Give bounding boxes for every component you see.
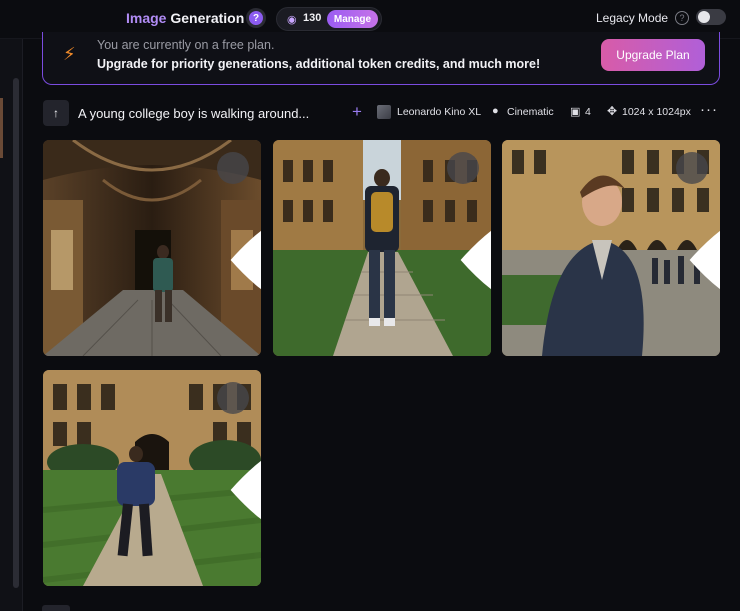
image-dimensions: 1024 x 1024px [622, 106, 691, 118]
page-title: Image Generation [126, 10, 244, 26]
token-count: 130 [303, 12, 322, 24]
eye-icon [689, 230, 720, 290]
plus-icon[interactable]: + [352, 102, 362, 122]
model-thumbnail-icon [377, 105, 391, 119]
banner-upgrade-text: Upgrade for priority generations, additi… [97, 57, 541, 71]
page-title-word-2: Generation [170, 10, 245, 26]
reuse-prompt-button[interactable]: ↑ [43, 100, 69, 126]
generation-info-bar: ↑ A young college boy is walking around.… [0, 98, 740, 128]
eye-icon [230, 460, 261, 520]
banner-plan-text: You are currently on a free plan. [97, 38, 275, 52]
manage-button[interactable]: Manage [327, 10, 378, 28]
image-count: 4 [585, 106, 591, 118]
legacy-mode-help-icon[interactable]: ? [675, 11, 689, 25]
view-image-3-button[interactable] [676, 152, 720, 290]
help-button[interactable]: ? [246, 8, 266, 28]
lightning-icon: ⚡ [63, 44, 76, 64]
token-balance: ◉ 130 Manage [276, 7, 382, 31]
generated-image-4[interactable] [43, 370, 261, 586]
view-image-1-button[interactable] [217, 152, 261, 290]
generated-image-3[interactable] [502, 140, 720, 356]
image-stack-icon: ▣ [570, 106, 581, 118]
model-name: Leonardo Kino XL [397, 106, 482, 118]
more-options-icon[interactable]: ··· [700, 101, 718, 118]
eye-icon [460, 230, 491, 290]
style-name: Cinematic [507, 106, 554, 118]
legacy-mode-label: Legacy Mode [596, 11, 669, 25]
question-icon: ? [249, 11, 263, 25]
token-icon: ◉ [287, 14, 297, 26]
page-title-word-1: Image [126, 10, 167, 26]
next-generation-peek [42, 605, 70, 611]
rail-scrollbar[interactable] [13, 78, 19, 588]
dimensions-icon: ✥ [607, 104, 618, 118]
upgrade-banner: ⚡ You are currently on a free plan. Upgr… [42, 32, 720, 85]
legacy-mode-toggle[interactable] [696, 9, 726, 25]
style-drop-icon: ● [492, 105, 499, 117]
view-image-2-button[interactable] [447, 152, 491, 290]
prompt-text[interactable]: A young college boy is walking around... [78, 106, 309, 121]
arrow-up-icon: ↑ [53, 106, 59, 120]
generated-image-2[interactable] [273, 140, 491, 356]
view-image-4-button[interactable] [217, 382, 261, 520]
generated-image-1[interactable] [43, 140, 261, 356]
upgrade-plan-button[interactable]: Upgrade Plan [601, 39, 705, 71]
eye-icon [230, 230, 261, 290]
